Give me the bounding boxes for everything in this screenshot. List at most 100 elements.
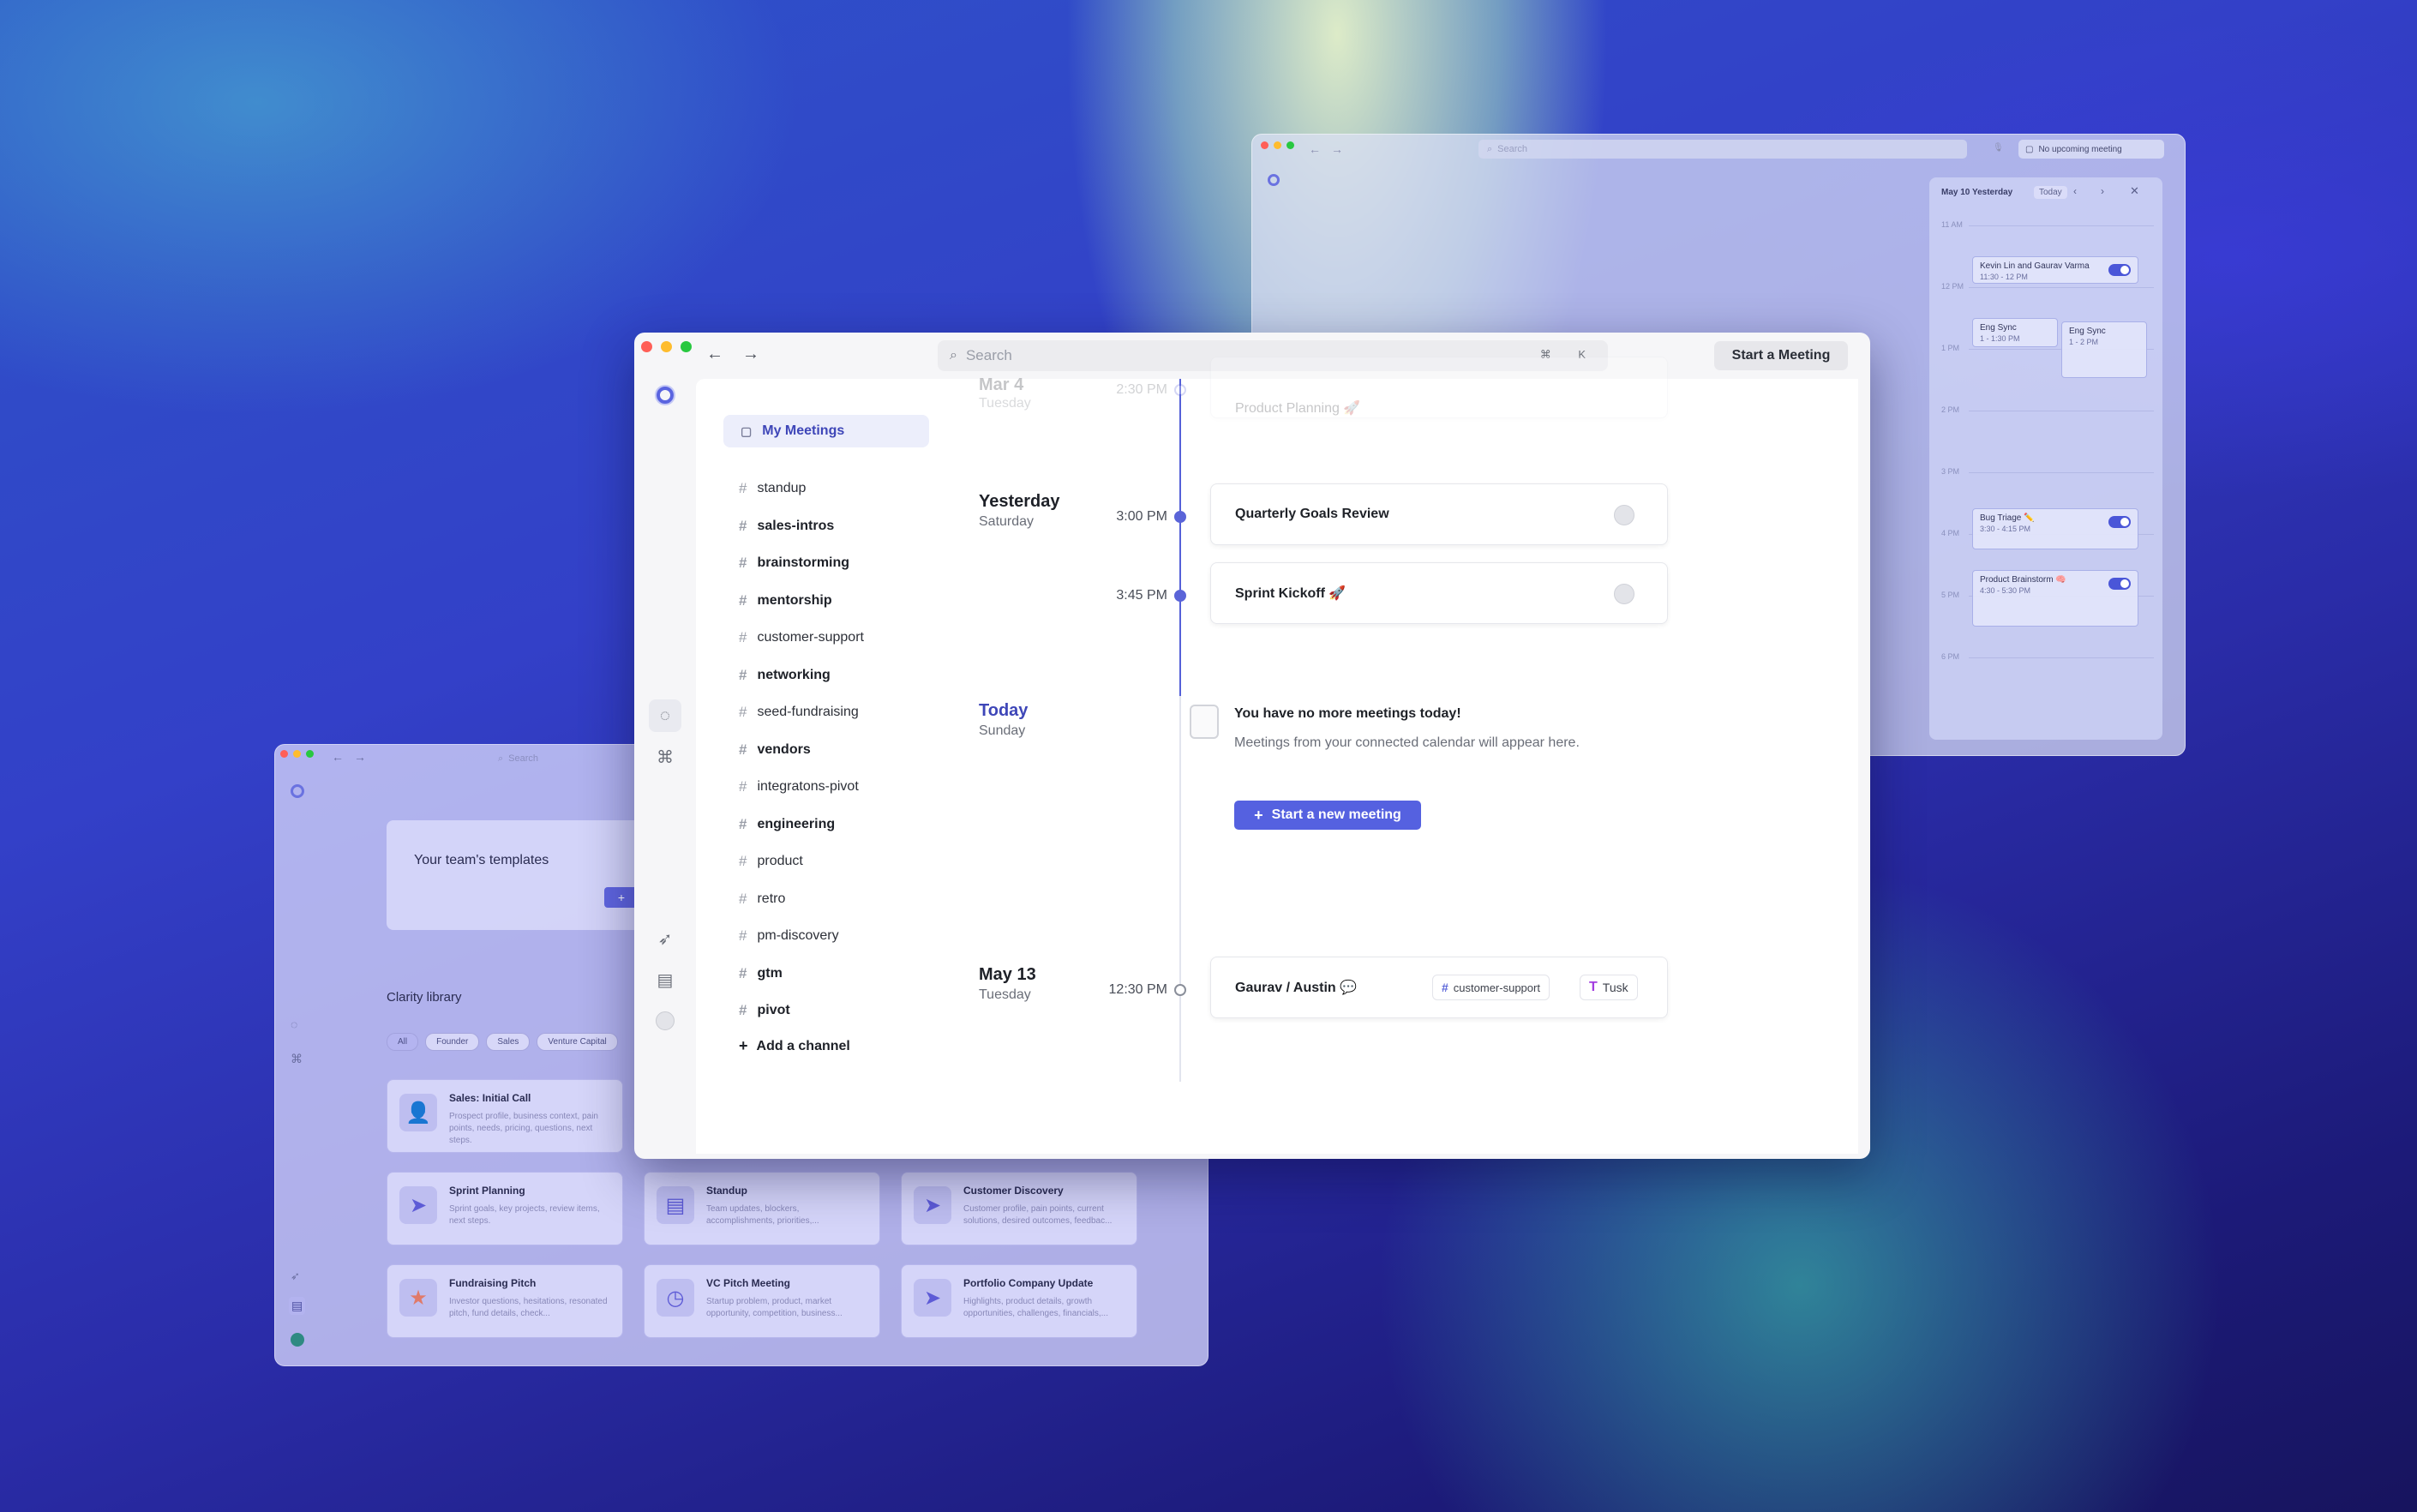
window-controls[interactable] — [280, 750, 314, 758]
calendar-event[interactable]: Bug Triage ✏️ 3:30 - 4:15 PM — [1972, 508, 2138, 549]
template-card[interactable]: ★ Fundraising Pitch Investor questions, … — [387, 1264, 623, 1338]
window-controls[interactable] — [641, 341, 692, 352]
channel-item[interactable]: # pm-discovery — [739, 927, 839, 945]
user-avatar[interactable] — [649, 1005, 681, 1037]
minimize-window-button[interactable] — [661, 341, 672, 352]
star-icon: ★ — [399, 1279, 437, 1317]
close-window-button[interactable] — [641, 341, 652, 352]
back-arrow-icon[interactable]: ← — [706, 345, 723, 364]
date-label: Mar 4 — [979, 375, 1024, 394]
template-card[interactable]: ➤ Customer Discovery Customer profile, p… — [901, 1172, 1137, 1245]
templates-nav-icon[interactable]: ▤ — [289, 1297, 306, 1315]
my-meetings-item[interactable]: ▢ My Meetings — [723, 415, 929, 447]
channel-item[interactable]: # sales-intros — [739, 518, 834, 535]
app-tag[interactable]: T Tusk — [1580, 975, 1638, 1000]
meeting-card[interactable]: Sprint Kickoff 🚀 — [1210, 562, 1668, 624]
day-label: Sunday — [979, 723, 1026, 738]
calendar-event[interactable]: Kevin Lin and Gaurav Varma 11:30 - 12 PM — [1972, 256, 2138, 284]
app-logo[interactable] — [1268, 174, 1280, 186]
template-desc: Team updates, blockers, accomplishments,… — [706, 1204, 819, 1226]
templates-nav-icon[interactable]: ▤ — [649, 963, 681, 996]
channel-label: product — [757, 854, 803, 868]
meeting-title: Product Planning 🚀 — [1235, 401, 1361, 416]
channel-label: retro — [757, 891, 786, 906]
channel-item[interactable]: # gtm — [739, 965, 783, 982]
channel-label: vendors — [757, 741, 811, 757]
rocket-icon[interactable]: ➶ — [291, 1269, 300, 1283]
channel-item[interactable]: # product — [739, 853, 803, 870]
template-card[interactable]: ◷ VC Pitch Meeting Startup problem, prod… — [644, 1264, 880, 1338]
record-toggle[interactable] — [2108, 578, 2131, 590]
rocket-icon[interactable]: ➶ — [649, 922, 681, 955]
meeting-card[interactable]: Product Planning 🚀 — [1210, 357, 1668, 418]
start-meeting-button[interactable]: Start a Meeting — [1714, 341, 1848, 370]
start-new-meeting-label: Start a new meeting — [1271, 807, 1401, 822]
integrations-nav-icon[interactable]: ⌘ — [649, 741, 681, 773]
search-placeholder: Search — [965, 347, 1012, 363]
paper-plane-icon: ➤ — [914, 1279, 951, 1317]
filter-chip-vc[interactable]: Venture Capital — [537, 1033, 618, 1051]
close-icon[interactable]: ✕ — [2130, 184, 2139, 198]
calendar-event[interactable]: Eng Sync 1 - 2 PM — [2061, 321, 2147, 378]
hash-icon: # — [739, 741, 747, 758]
app-logo[interactable] — [649, 379, 681, 411]
record-toggle[interactable] — [2108, 516, 2131, 528]
empty-title: You have no more meetings today! — [1234, 706, 1461, 721]
today-button[interactable]: Today — [2034, 186, 2067, 199]
template-card[interactable]: 👤 Sales: Initial Call Prospect profile, … — [387, 1079, 623, 1153]
template-card[interactable]: ▤ Standup Team updates, blockers, accomp… — [644, 1172, 880, 1245]
template-card[interactable]: ➤ Portfolio Company Update Highlights, p… — [901, 1264, 1137, 1338]
add-template-button[interactable]: + — [604, 887, 639, 908]
mic-icon[interactable]: 🎙 — [1993, 143, 2004, 153]
next-day-icon[interactable]: › — [2101, 185, 2104, 197]
forward-arrow-icon[interactable]: → — [354, 750, 366, 764]
add-channel-button[interactable]: + Add a channel — [739, 1037, 850, 1055]
meeting-card[interactable]: Gaurav / Austin 💬 # customer-support T T… — [1210, 957, 1668, 1018]
hash-icon: # — [739, 666, 747, 683]
start-new-meeting-button[interactable]: + Start a new meeting — [1234, 801, 1421, 830]
calendar-event[interactable]: Eng Sync 1 - 1:30 PM — [1972, 318, 2058, 347]
channel-item[interactable]: # brainstorming — [739, 555, 849, 572]
search-icon: ⌕ — [498, 753, 504, 764]
hash-icon: # — [1442, 981, 1448, 994]
meeting-card[interactable]: Quarterly Goals Review — [1210, 483, 1668, 545]
back-arrow-icon[interactable]: ← — [332, 750, 344, 764]
template-card[interactable]: ➤ Sprint Planning Sprint goals, key proj… — [387, 1172, 623, 1245]
filter-chip-sales[interactable]: Sales — [486, 1033, 531, 1051]
filter-chip-all[interactable]: All — [387, 1033, 419, 1051]
channel-item[interactable]: # pivot — [739, 1002, 790, 1019]
meetings-nav-icon[interactable]: ◌ — [649, 699, 681, 732]
channel-item[interactable]: # seed-fundraising — [739, 704, 859, 721]
search-icon: ⌕ — [1487, 143, 1493, 154]
maximize-window-button[interactable] — [681, 341, 692, 352]
forward-arrow-icon[interactable]: → — [742, 345, 759, 364]
prev-day-icon[interactable]: ‹ — [2073, 185, 2077, 197]
channel-tag[interactable]: # customer-support — [1432, 975, 1550, 1000]
user-avatar[interactable] — [291, 1333, 304, 1347]
attendee-avatar — [1614, 505, 1634, 525]
channel-item[interactable]: # engineering — [739, 816, 835, 833]
channel-item[interactable]: # retro — [739, 891, 785, 908]
search-input[interactable]: ⌕ Search — [1478, 140, 1967, 159]
date-label: May 13 — [979, 965, 1036, 984]
forward-arrow-icon[interactable]: → — [1331, 142, 1343, 156]
channel-item[interactable]: # networking — [739, 667, 831, 684]
meetings-nav-icon[interactable]: ◌ — [291, 1017, 297, 1031]
channel-item[interactable]: # vendors — [739, 741, 811, 759]
team-templates-title: Your team's templates — [414, 853, 549, 867]
window-controls[interactable] — [1261, 141, 1294, 149]
channel-item[interactable]: # customer-support — [739, 629, 864, 646]
paper-plane-icon: ➤ — [914, 1186, 951, 1224]
record-toggle[interactable] — [2108, 264, 2131, 276]
search-placeholder: Search — [1497, 144, 1528, 154]
event-time: 11:30 - 12 PM — [1980, 273, 2028, 281]
integrations-nav-icon[interactable]: ⌘ — [291, 1052, 303, 1066]
filter-chip-founder[interactable]: Founder — [425, 1033, 480, 1051]
channel-item[interactable]: # integratons-pivot — [739, 778, 859, 795]
calendar-event[interactable]: Product Brainstorm 🧠 4:30 - 5:30 PM — [1972, 570, 2138, 627]
channel-item[interactable]: # mentorship — [739, 592, 832, 609]
upcoming-meeting-indicator[interactable]: ▢ No upcoming meeting — [2018, 140, 2164, 159]
channel-item[interactable]: # standup — [739, 480, 806, 497]
app-logo[interactable] — [291, 784, 304, 798]
back-arrow-icon[interactable]: ← — [1309, 142, 1321, 156]
